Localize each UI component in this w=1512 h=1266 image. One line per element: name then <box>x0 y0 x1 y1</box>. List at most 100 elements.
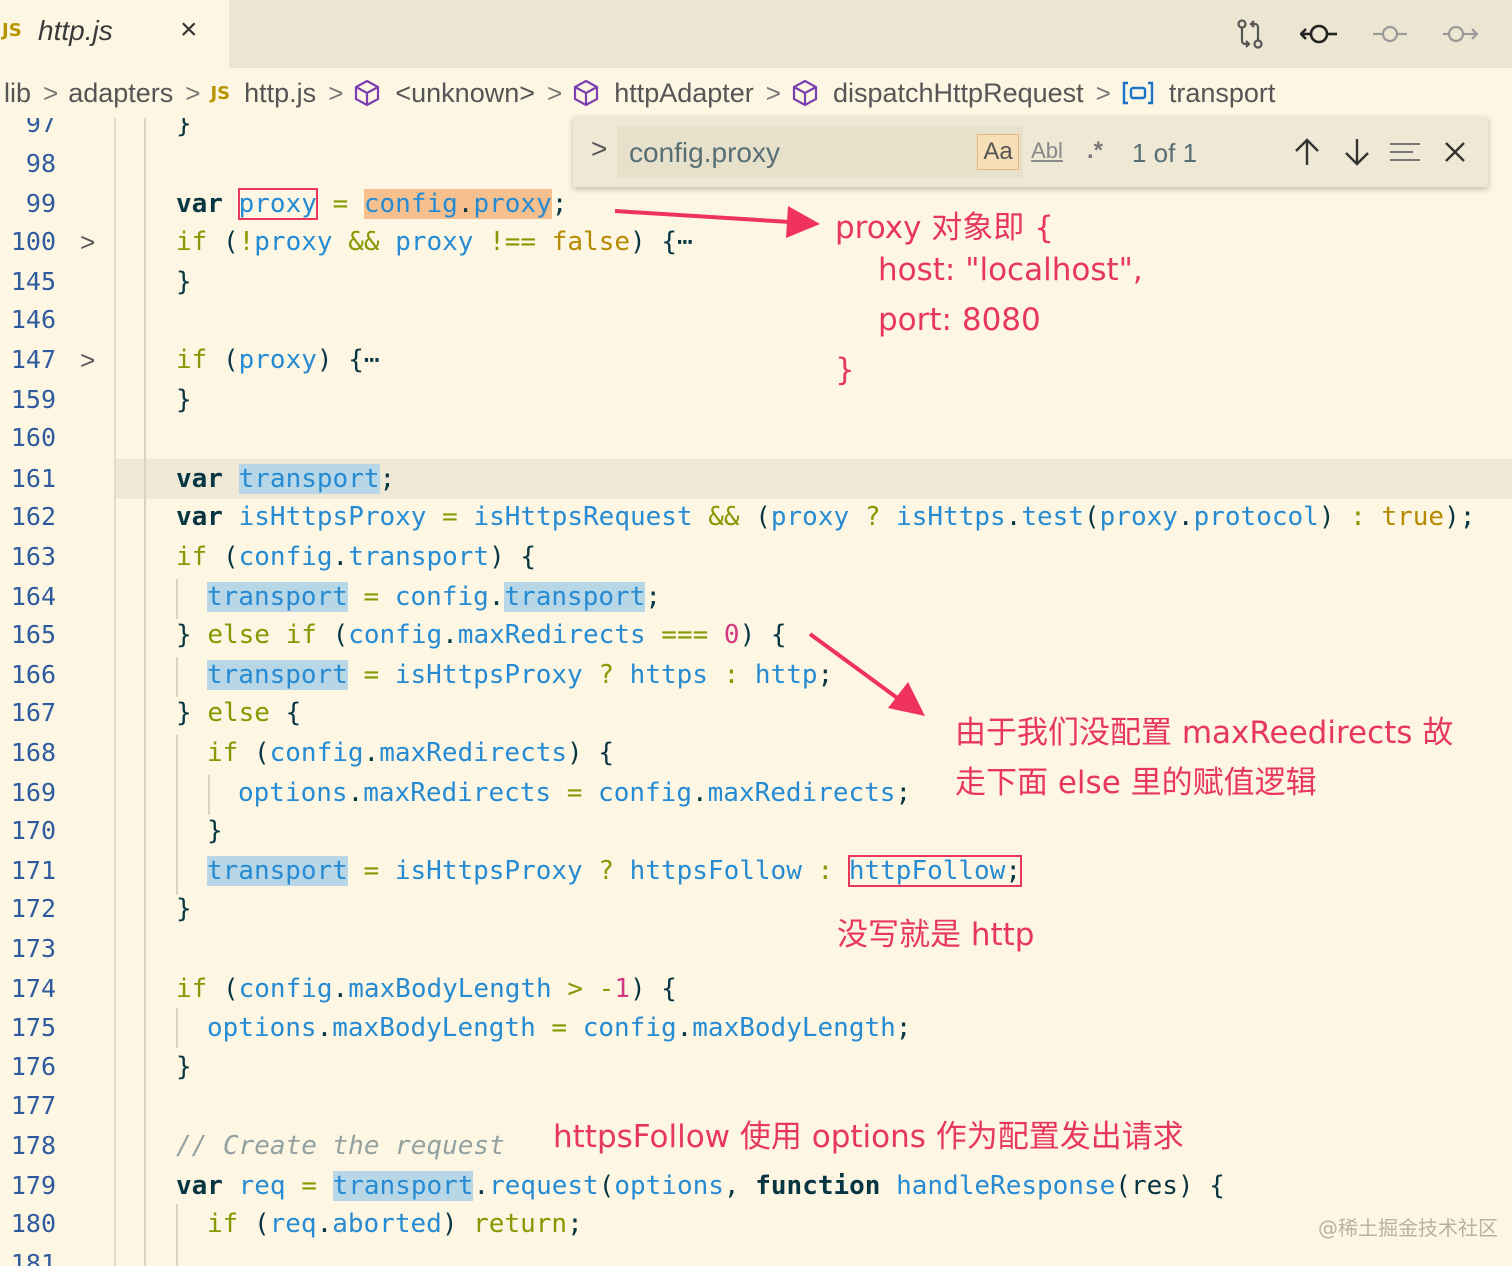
breadcrumb-label: dispatchHttpRequest <box>832 77 1084 108</box>
redirect-note-line-2: 走下面 else 里的赋值逻辑 <box>955 765 1317 801</box>
breadcrumb-label: transport <box>1168 77 1276 108</box>
code-line-161[interactable]: var transport; <box>176 459 395 499</box>
line-number: 180 <box>10 1209 56 1238</box>
line-number: 164 <box>10 582 56 611</box>
cube-icon <box>355 79 380 107</box>
tab-http-js[interactable]: JS http.js × <box>0 0 229 68</box>
chevron-right-icon: > <box>43 77 59 108</box>
line-number: 100 <box>10 227 56 256</box>
find-input-value: config.proxy <box>629 137 780 168</box>
code-line-167[interactable]: } else { <box>176 693 301 733</box>
line-number: 166 <box>10 660 56 689</box>
line-number: 145 <box>10 267 56 296</box>
breadcrumb-adapters[interactable]: adapters <box>68 78 173 109</box>
git-commit-icon[interactable] <box>1299 14 1339 54</box>
line-number: 159 <box>10 385 56 414</box>
line-number: 170 <box>10 816 56 845</box>
breadcrumb-label: http.js <box>244 77 317 108</box>
code-line-179[interactable]: var req = transport.request(options, fun… <box>176 1166 1225 1206</box>
line-number: 165 <box>10 620 56 649</box>
javascript-file-icon: JS <box>2 20 22 41</box>
line-number: 179 <box>10 1171 56 1200</box>
match-case-toggle[interactable]: Aa <box>977 134 1019 170</box>
proxy-object-note-line-2: host: "localhost", <box>878 252 1143 288</box>
match-whole-word-toggle[interactable]: Abl <box>1029 134 1065 168</box>
fold-chevron-icon[interactable]: > <box>80 340 95 380</box>
close-icon[interactable]: × <box>180 13 198 47</box>
git-commit-next-icon[interactable] <box>1440 14 1480 54</box>
fold-chevron-icon[interactable]: > <box>80 222 95 262</box>
code-line-176[interactable]: } <box>176 1047 192 1087</box>
source-control-compare-icon[interactable] <box>1230 14 1270 54</box>
breadcrumb-dispatchhttprequest[interactable]: dispatchHttpRequest <box>791 78 1084 109</box>
proxy-object-note-line-3: port: 8080 <box>878 302 1041 338</box>
line-number: 178 <box>10 1131 56 1160</box>
find-in-selection-icon[interactable] <box>1387 134 1423 170</box>
breadcrumb-label: <unknown> <box>395 77 535 108</box>
find-input[interactable]: config.proxy <box>617 126 1023 178</box>
code-line-99[interactable]: var proxy = config.proxy; <box>176 184 567 224</box>
line-number: 168 <box>10 738 56 767</box>
code-line-178[interactable]: // Create the request <box>176 1126 505 1166</box>
match-count: 1 of 1 <box>1132 138 1198 168</box>
code-line-147[interactable]: if (proxy) {⋯ <box>176 340 380 380</box>
line-number: 173 <box>10 934 56 963</box>
code-editor[interactable]: 97 98 99 100 145 146 147 159 160 161 162… <box>0 118 1512 1266</box>
use-regex-toggle[interactable]: .* <box>1079 134 1111 168</box>
breadcrumb-httpadapter[interactable]: httpAdapter <box>572 78 754 109</box>
chevron-right-icon: > <box>547 77 563 108</box>
find-widget: > config.proxy Aa Abl .* 1 of 1 <box>573 117 1488 187</box>
code-line-174[interactable]: if (config.maxBodyLength > -1) { <box>176 969 677 1009</box>
chevron-right-icon: > <box>328 77 344 108</box>
http-default-note: 没写就是 http <box>837 917 1035 953</box>
line-number: 98 <box>25 149 56 178</box>
chevron-right-icon: > <box>765 77 781 108</box>
line-number: 162 <box>10 502 56 531</box>
proxy-object-note-line-4: } <box>835 352 855 388</box>
indent-guide <box>176 1204 178 1266</box>
previous-match-arrow-up-icon[interactable] <box>1289 134 1325 170</box>
code-line-180[interactable]: if (req.aborted) return; <box>207 1204 583 1244</box>
breadcrumb-label: adapters <box>68 77 174 108</box>
code-line-165[interactable]: } else if (config.maxRedirects === 0) { <box>176 615 787 655</box>
line-number: 174 <box>10 974 56 1003</box>
line-number: 161 <box>10 464 56 493</box>
variable-icon <box>1122 81 1154 105</box>
next-match-arrow-down-icon[interactable] <box>1339 134 1375 170</box>
code-line-168[interactable]: if (config.maxRedirects) { <box>207 733 614 773</box>
git-commit-previous-icon[interactable] <box>1370 14 1410 54</box>
code-line-163[interactable]: if (config.transport) { <box>176 537 536 577</box>
watermark: @稀土掘金技术社区 <box>1318 1216 1498 1240</box>
code-line-100[interactable]: if (!proxy && proxy !== false) {⋯ <box>176 222 693 262</box>
line-number: 160 <box>10 423 56 452</box>
code-line-170[interactable]: } <box>207 811 223 851</box>
breadcrumb-label: httpAdapter <box>614 77 754 108</box>
indent-guide <box>176 1008 178 1048</box>
code-line-145[interactable]: } <box>176 262 192 302</box>
line-number: 175 <box>10 1013 56 1042</box>
code-line-172[interactable]: } <box>176 889 192 929</box>
chevron-right-icon: > <box>185 77 201 108</box>
code-line-164[interactable]: transport = config.transport; <box>207 577 661 617</box>
httpsfollow-note: httpsFollow 使用 options 作为配置发出请求 <box>553 1119 1184 1155</box>
chevron-right-icon: > <box>1095 77 1111 108</box>
breadcrumb-unknown[interactable]: <unknown> <box>353 78 535 109</box>
code-line-166[interactable]: transport = isHttpsProxy ? https : http; <box>207 655 833 695</box>
line-number: 169 <box>10 778 56 807</box>
line-number: 177 <box>10 1091 56 1120</box>
code-line-169[interactable]: options.maxRedirects = config.maxRedirec… <box>238 773 911 813</box>
proxy-object-note-line-1: proxy 对象即 { <box>835 210 1054 246</box>
code-line-175[interactable]: options.maxBodyLength = config.maxBodyLe… <box>207 1008 911 1048</box>
close-find-icon[interactable] <box>1437 134 1473 170</box>
code-line-171[interactable]: transport = isHttpsProxy ? httpsFollow :… <box>207 851 1023 891</box>
code-line-159[interactable]: } <box>176 380 192 420</box>
breadcrumb: lib > adapters > JS http.js > <unknown> … <box>0 68 1512 118</box>
indent-guide <box>176 735 178 895</box>
breadcrumb-transport[interactable]: transport <box>1121 77 1276 109</box>
breadcrumb-http-js[interactable]: JS http.js <box>210 78 316 109</box>
toggle-replace-chevron-icon[interactable]: > <box>591 133 607 165</box>
breadcrumb-lib[interactable]: lib <box>4 78 31 109</box>
code-line-97[interactable]: } <box>176 118 192 144</box>
code-line-162[interactable]: var isHttpsProxy = isHttpsRequest && (pr… <box>176 497 1475 537</box>
cube-icon <box>574 79 599 107</box>
